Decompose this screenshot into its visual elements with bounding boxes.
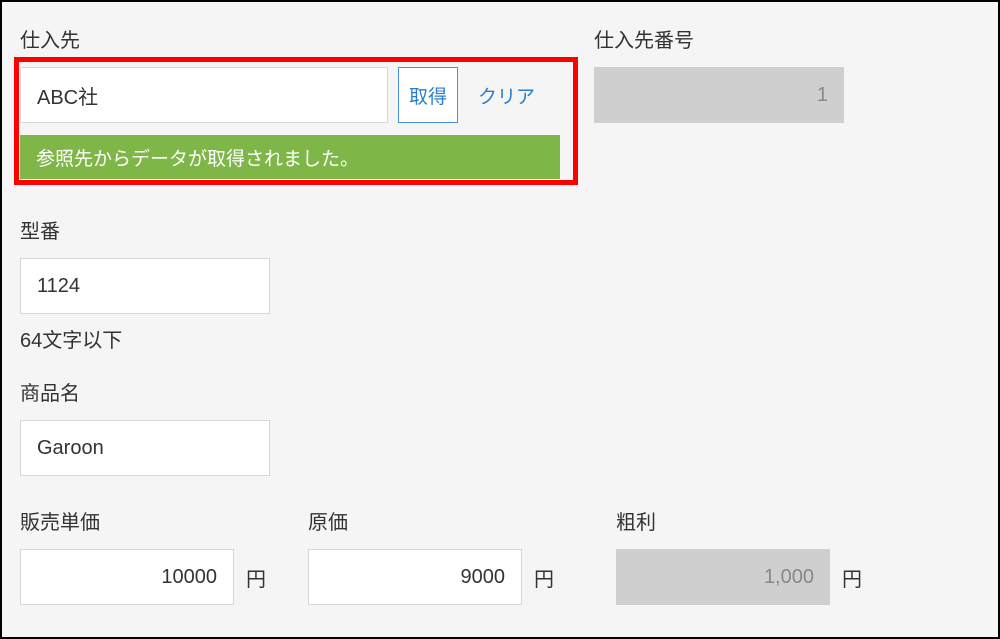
model-no-field: 型番 64文字以下 [20, 215, 970, 353]
success-message: 参照先からデータが取得されました。 [20, 135, 560, 179]
cost-label: 原価 [308, 506, 554, 535]
price-inner: 円 [20, 549, 266, 605]
price-field: 販売単価 円 [20, 506, 266, 605]
supplier-label: 仕入先 [20, 24, 576, 53]
margin-label: 粗利 [616, 506, 862, 535]
supplier-input[interactable] [20, 67, 388, 123]
model-no-hint: 64文字以下 [20, 324, 970, 353]
supplier-block: 取得 クリア 参照先からデータが取得されました。 [20, 67, 576, 179]
product-name-field: 商品名 [20, 377, 970, 476]
supplier-no-label: 仕入先番号 [594, 24, 844, 53]
top-row: 仕入先 取得 クリア 参照先からデータが取得されました。 仕入先番号 1 [20, 24, 970, 179]
model-no-label: 型番 [20, 215, 970, 244]
cost-field: 原価 円 [308, 506, 554, 605]
supplier-no-value: 1 [594, 67, 844, 123]
margin-inner: 1,000 円 [616, 549, 862, 605]
supplier-field: 仕入先 取得 クリア 参照先からデータが取得されました。 [20, 24, 576, 179]
margin-value: 1,000 [616, 549, 830, 605]
product-name-input[interactable] [20, 420, 270, 476]
price-label: 販売単価 [20, 506, 266, 535]
product-name-label: 商品名 [20, 377, 970, 406]
margin-field: 粗利 1,000 円 [616, 506, 862, 605]
cost-unit: 円 [534, 563, 554, 592]
supplier-row: 取得 クリア [20, 67, 576, 123]
margin-unit: 円 [842, 563, 862, 592]
cost-inner: 円 [308, 549, 554, 605]
cost-input[interactable] [308, 549, 522, 605]
supplier-no-field: 仕入先番号 1 [594, 24, 844, 123]
form-inner: 仕入先 取得 クリア 参照先からデータが取得されました。 仕入先番号 1 [2, 2, 998, 605]
form-frame: 仕入先 取得 クリア 参照先からデータが取得されました。 仕入先番号 1 [0, 0, 1000, 639]
fetch-button[interactable]: 取得 [398, 67, 458, 123]
price-row: 販売単価 円 原価 円 粗利 1,000 円 [20, 506, 970, 605]
clear-button[interactable]: クリア [468, 67, 545, 123]
price-input[interactable] [20, 549, 234, 605]
model-no-input[interactable] [20, 258, 270, 314]
price-unit: 円 [246, 563, 266, 592]
